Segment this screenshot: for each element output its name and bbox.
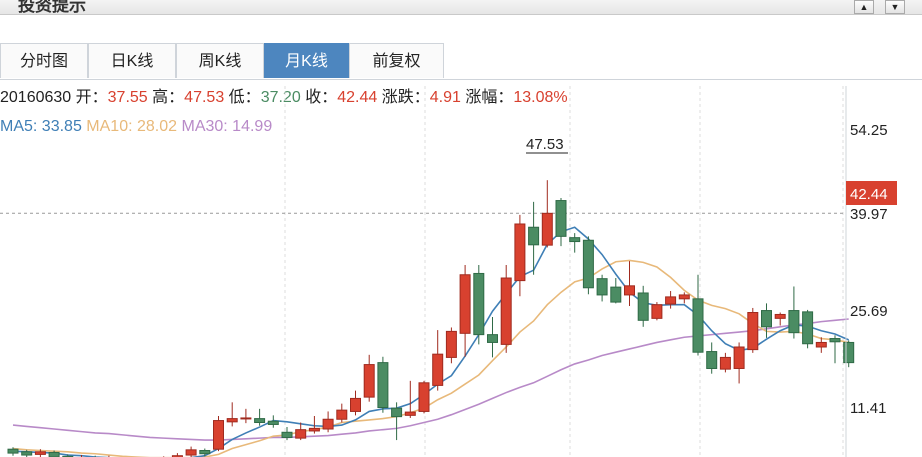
candle-body	[336, 409, 348, 420]
candle-body	[459, 274, 471, 334]
candle-body	[48, 451, 60, 457]
candle-body	[624, 285, 635, 296]
candle-body	[404, 411, 416, 416]
candle-body	[418, 382, 430, 412]
candle-body	[678, 294, 690, 300]
candle-body	[747, 312, 759, 351]
candle-body	[500, 277, 512, 345]
candle-body	[596, 278, 608, 296]
candle-body	[391, 407, 403, 418]
candle-body	[281, 431, 293, 438]
candle-body	[432, 353, 444, 386]
candle-body	[528, 226, 540, 246]
candle-body	[363, 364, 375, 398]
candle-body	[555, 200, 567, 237]
current-price-tag-label: 42.44	[850, 186, 888, 203]
candle-body	[254, 418, 266, 424]
candle-body	[692, 298, 704, 353]
peak-annotation: 47.53	[526, 136, 568, 154]
candle-body	[719, 356, 731, 370]
candle-body	[569, 237, 581, 243]
candle-body	[487, 334, 498, 343]
candle-body	[377, 362, 389, 409]
candle-body	[199, 449, 211, 455]
candle-body	[815, 341, 827, 348]
candle-body	[733, 346, 745, 369]
candles	[7, 180, 855, 457]
candle-body	[802, 311, 814, 345]
y-tick-label: 11.41	[850, 400, 886, 417]
y-tick-label: 39.97	[850, 206, 888, 223]
candle-body	[34, 451, 46, 455]
candle-body	[213, 420, 224, 450]
candle-body	[322, 418, 334, 430]
candle-body	[185, 449, 197, 456]
candle-body	[350, 397, 361, 412]
candle-body	[308, 427, 320, 432]
candle-body	[761, 310, 772, 328]
candle-body	[541, 212, 553, 246]
y-tick-label: 25.69	[850, 303, 888, 320]
candle-body	[445, 330, 457, 358]
candle-body	[240, 417, 252, 420]
candle-body	[637, 292, 649, 321]
candle-body	[651, 304, 663, 319]
ma5-line	[12, 226, 850, 457]
y-axis: 54.25 39.97 25.69 11.41 42.44	[845, 86, 897, 457]
candle-body	[473, 272, 485, 336]
y-tick-label: 54.25	[850, 122, 888, 139]
candle-body	[7, 448, 19, 454]
candle-body	[295, 429, 307, 439]
candle-body	[706, 351, 718, 369]
candle-body	[829, 338, 841, 343]
candle-body	[267, 420, 279, 425]
ma-lines	[12, 226, 850, 457]
candle-body	[610, 286, 622, 303]
candle-body	[843, 341, 855, 364]
candle-body	[665, 296, 677, 305]
candle-body	[21, 451, 33, 456]
candle-body	[582, 239, 594, 289]
kline-chart: 54.25 39.97 25.69 11.41 42.44 47.53	[0, 86, 897, 457]
candle-body	[774, 313, 786, 319]
candle-body	[514, 223, 526, 282]
ma30-line	[12, 318, 849, 441]
peak-price-label: 47.53	[526, 136, 564, 153]
candle-body	[788, 310, 800, 334]
candle-body	[226, 418, 238, 423]
